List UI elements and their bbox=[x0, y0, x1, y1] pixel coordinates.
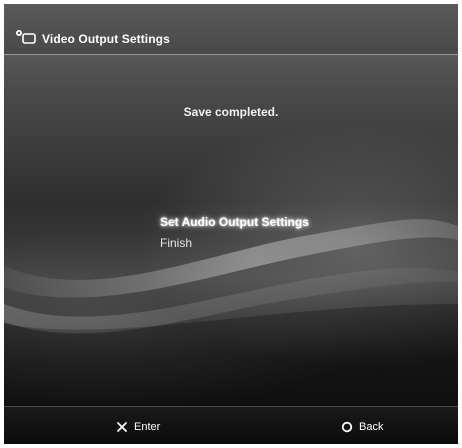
menu-item-finish[interactable]: Finish bbox=[160, 233, 309, 254]
circle-button-icon bbox=[341, 421, 353, 433]
title-bar: Video Output Settings bbox=[4, 4, 458, 55]
back-label: Back bbox=[359, 421, 384, 433]
settings-screen: Video Output Settings Save completed. Se… bbox=[4, 4, 458, 444]
menu-item-set-audio-output-settings[interactable]: Set Audio Output Settings bbox=[160, 212, 309, 233]
options-menu: Set Audio Output Settings Finish bbox=[160, 212, 309, 254]
back-button[interactable]: Back bbox=[341, 419, 383, 435]
enter-label: Enter bbox=[134, 421, 161, 433]
cross-button-icon bbox=[117, 422, 127, 432]
button-guide-bar: Enter Back bbox=[4, 406, 458, 444]
display-settings-icon bbox=[16, 30, 36, 44]
enter-button[interactable]: Enter bbox=[116, 419, 160, 435]
status-message: Save completed. bbox=[183, 105, 279, 119]
page-title: Video Output Settings bbox=[42, 32, 170, 46]
